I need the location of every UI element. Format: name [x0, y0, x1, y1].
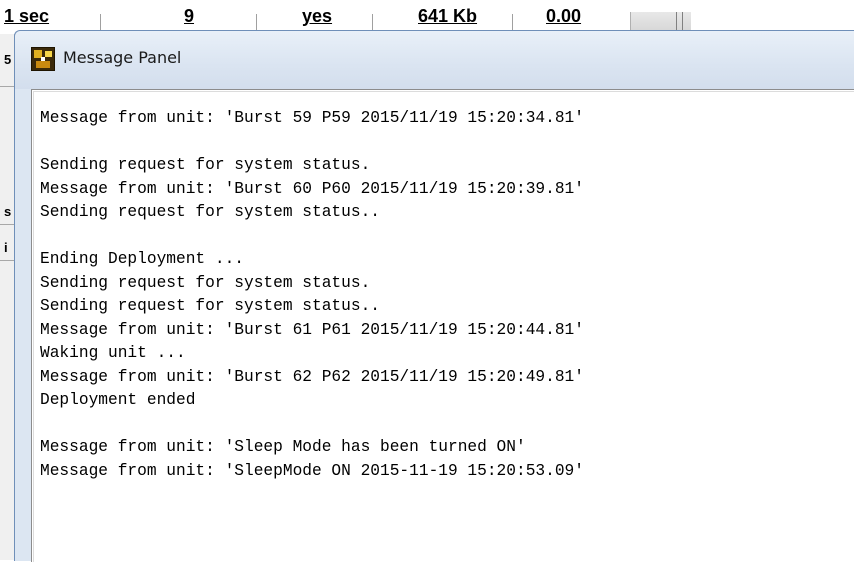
log-line: Sending request for system status.: [40, 273, 371, 292]
title-bar[interactable]: Message Panel: [15, 31, 854, 89]
underlying-text-fragment: i: [4, 240, 8, 255]
log-line: Message from unit: 'Sleep Mode has been …: [40, 438, 526, 456]
log-line: Sending request for system status..: [40, 203, 380, 221]
app-icon-part: [45, 51, 52, 57]
underlying-text-fragment: 5: [4, 52, 12, 67]
window-title: Message Panel: [63, 48, 182, 67]
underlying-text-fragment: s: [4, 204, 12, 219]
log-line: Message from unit: 'Burst 59 P59 2015/11…: [40, 109, 584, 127]
message-log-area[interactable]: Message from unit: 'Burst 59 P59 2015/11…: [31, 89, 854, 562]
cell-size: 641 Kb: [418, 6, 478, 26]
message-log[interactable]: Message from unit: 'Burst 59 P59 2015/11…: [40, 107, 584, 483]
underlying-divider: [0, 224, 14, 225]
underlying-divider: [0, 260, 14, 261]
log-line: [40, 413, 584, 437]
log-line: Ending Deployment ...: [40, 250, 244, 268]
cell-flag: yes: [302, 6, 333, 26]
log-line: Deployment ended: [40, 391, 196, 409]
app-icon-part: [41, 57, 45, 61]
app-icon[interactable]: [31, 47, 55, 71]
cell-interval: 1 sec: [4, 6, 50, 26]
log-line: Message from unit: 'SleepMode ON 2015-11…: [40, 461, 584, 480]
log-line: Sending request for system status..: [40, 297, 380, 315]
log-line: Message from unit: 'Burst 60 P60 2015/11…: [40, 179, 584, 198]
underlying-window-edge: 5 s i: [0, 34, 15, 560]
log-line: [40, 131, 584, 155]
app-icon-part: [36, 61, 50, 68]
cell-value: 0.00: [546, 6, 582, 26]
background-table: 1 sec 9 yes 641 Kb 0.00: [0, 0, 854, 34]
log-line: Message from unit: 'Burst 61 P61 2015/11…: [40, 320, 584, 339]
log-line: [40, 225, 584, 249]
underlying-divider: [0, 86, 14, 87]
message-panel-window[interactable]: Message Panel Message from unit: 'Burst …: [14, 30, 854, 562]
background-table-row[interactable]: 1 sec 9 yes 641 Kb 0.00: [0, 0, 854, 34]
log-line: Waking unit ...: [40, 344, 186, 362]
log-line: Message from unit: 'Burst 62 P62 2015/11…: [40, 367, 584, 386]
cell-count: 9: [184, 6, 195, 26]
log-line: Sending request for system status.: [40, 156, 371, 174]
